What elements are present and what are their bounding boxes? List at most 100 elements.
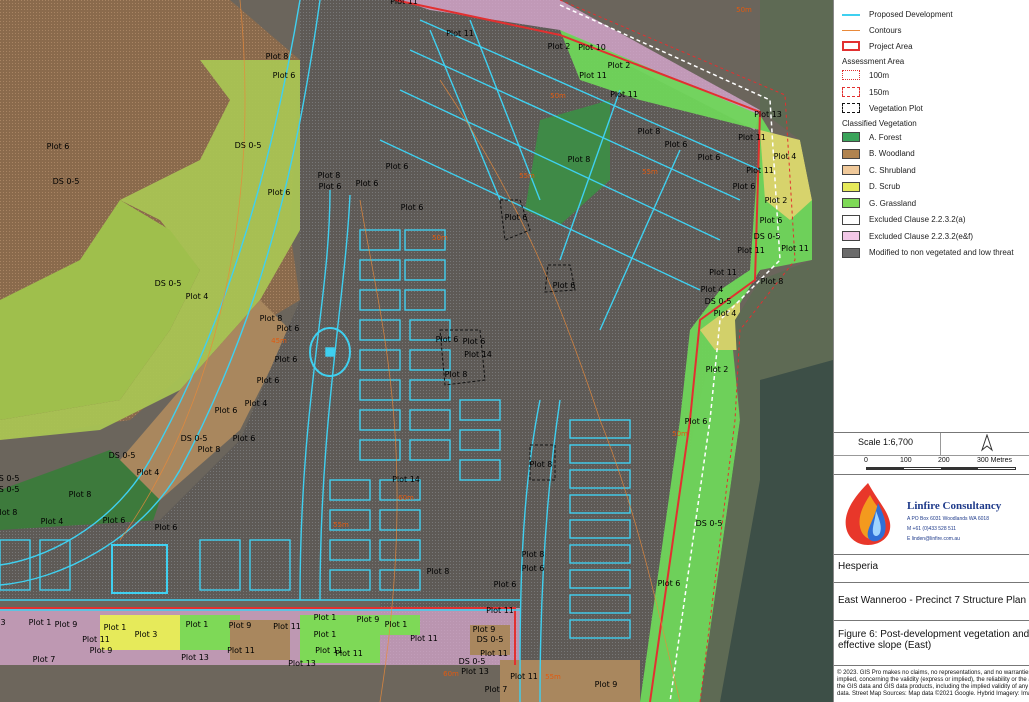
plot-label: Plot 4 xyxy=(701,285,724,294)
legend-100m: 100m xyxy=(842,68,889,82)
plot-label: Plot 8 xyxy=(530,460,553,469)
plot-label: Plot 11 xyxy=(610,90,638,99)
veg-heading: Classified Vegetation xyxy=(842,119,917,128)
plot-label: Plot 6 xyxy=(436,335,459,344)
contour-label: 45m xyxy=(271,337,287,345)
project-name: East Wanneroo - Precinct 7 Structure Pla… xyxy=(838,595,1027,606)
scale-tick: 300 Metres xyxy=(977,457,1013,464)
plot-label: Plot 6 xyxy=(273,71,296,80)
veg-swatch xyxy=(842,214,860,225)
contour-label: 50m xyxy=(432,234,448,242)
contour-label: 55m xyxy=(545,673,561,681)
legend-label: Modified to non vegetated and low threat xyxy=(869,248,1014,257)
plot-label: Plot 14 xyxy=(464,350,492,359)
plot-label: Plot 11 xyxy=(486,606,514,615)
legend-label: Excluded Clause 2.2.3.2(e&f) xyxy=(869,231,974,241)
plot-label: Plot 6 xyxy=(522,564,545,573)
contour-label: 55m xyxy=(333,521,349,529)
figure-title: Figure 6: Post-development vegetation an… xyxy=(838,629,1029,651)
veg-swatch xyxy=(842,181,860,192)
plot-label: Plot 6 xyxy=(356,179,379,188)
legend-panel: Proposed Development Contours Project Ar… xyxy=(833,0,1029,702)
plot-label: Plot 8 xyxy=(260,314,283,323)
map-view[interactable]: Plot 11 Plot 11 Plot 8 Plot 6 Plot 2 Plot 10 P… xyxy=(0,0,833,702)
assessment-heading: Assessment Area xyxy=(842,57,905,66)
veg-swatch xyxy=(842,247,860,258)
plot-label: Plot 2 xyxy=(765,196,788,205)
box-red-dashed-swatch xyxy=(842,87,860,97)
legend-veg-item: B. Woodland xyxy=(842,147,915,161)
plot-label: Plot 6 xyxy=(733,182,756,191)
legend-label: C. Shrubland xyxy=(869,165,916,175)
contour-label: 55m xyxy=(519,172,535,180)
legend-label: Excluded Clause 2.2.3.2(a) xyxy=(869,215,966,224)
plot-label: Plot 10 xyxy=(578,43,606,52)
slope-label: DS 0-5 xyxy=(109,451,136,460)
slope-label: DS 0-5 xyxy=(53,177,80,186)
slope-label: DS 0-5 xyxy=(235,141,262,150)
legend-label: G. Grassland xyxy=(869,198,917,208)
plot-label: Plot 7 xyxy=(485,685,508,694)
north-arrow-icon xyxy=(980,433,994,457)
legend-label: 150m xyxy=(869,87,890,97)
plot-label: Plot 6 xyxy=(463,337,486,346)
plot-label: Plot 14 xyxy=(392,475,420,484)
plot-label: Plot 6 xyxy=(277,324,300,333)
plot-label: Plot 2 xyxy=(548,42,571,51)
client-name: Hesperia xyxy=(838,561,879,572)
legend-label: Vegetation Plot xyxy=(869,103,923,113)
company-phone: M +61 (0)433 528 511 xyxy=(907,526,956,532)
slope-label: DS 0-5 xyxy=(0,485,19,494)
plot-label: Plot 8 xyxy=(318,171,341,180)
box-red-swatch xyxy=(842,41,860,51)
slope-label: DS 0-5 xyxy=(459,657,486,666)
scale-title: Scale 1:6,700 xyxy=(858,437,914,447)
plot-label: Plot 6 xyxy=(47,142,70,151)
legend-label: Proposed Development xyxy=(869,9,953,19)
plot-label: Plot 6 xyxy=(685,417,708,426)
plot-label: Plot 11 xyxy=(709,268,737,277)
contour-label: 55m xyxy=(642,168,658,176)
plot-label: Plot 13 xyxy=(754,110,782,119)
slope-label: DS 0-5 xyxy=(754,232,781,241)
plot-label: Plot 9 xyxy=(55,620,78,629)
plot-label: Plot 1 xyxy=(314,630,337,639)
legend-veg-item: Modified to non vegetated and low threat xyxy=(842,246,1014,260)
plot-label: Plot 8 xyxy=(761,277,784,286)
box-red-dotted-swatch xyxy=(842,70,860,80)
legend-label: 100m xyxy=(869,70,890,80)
scale-tick: 100 xyxy=(900,457,912,464)
flame-logo-icon xyxy=(840,481,896,552)
plot-label: Plot 6 xyxy=(155,523,178,532)
plot-label: Plot 11 xyxy=(746,166,774,175)
plot-label: Plot 6 xyxy=(760,216,783,225)
plot-label: Plot 4 xyxy=(714,309,737,318)
contour-label: 50m xyxy=(550,92,566,100)
slope-label: DS 0-5 xyxy=(705,297,732,306)
legend-label: Project Area xyxy=(869,41,913,51)
legend-veg-item: G. Grassland xyxy=(842,196,916,210)
plot-label: Plot 8 xyxy=(266,52,289,61)
plot-label: Plot 11 xyxy=(335,649,363,658)
slope-label: DS 0-5 xyxy=(155,279,182,288)
plot-label: Plot 11 xyxy=(737,246,765,255)
plot-label: Plot 11 xyxy=(390,0,418,6)
plot-label: Plot 9 xyxy=(595,680,618,689)
legend-veg-item: C. Shrubland xyxy=(842,163,916,177)
plot-label: Plot 6 xyxy=(665,140,688,149)
plot-label: Plot 6 xyxy=(233,434,256,443)
plot-label: Plot 4 xyxy=(41,517,64,526)
plot-label: Plot 6 xyxy=(257,376,280,385)
plot-label: Plot 13 xyxy=(461,667,489,676)
slope-label: DS 0-5 xyxy=(477,635,504,644)
veg-swatch xyxy=(842,132,860,142)
plot-label: Plot 6 xyxy=(268,188,291,197)
contour-label: 50m xyxy=(736,6,752,14)
legend-150m: 150m xyxy=(842,85,889,99)
plot-label: Plot 11 xyxy=(781,244,809,253)
plot-label: Plot 11 xyxy=(410,634,438,643)
legend-label: Contours xyxy=(869,25,902,35)
veg-swatch xyxy=(842,231,860,241)
woodland-south xyxy=(500,660,640,702)
legend-label: B. Woodland xyxy=(869,149,915,158)
